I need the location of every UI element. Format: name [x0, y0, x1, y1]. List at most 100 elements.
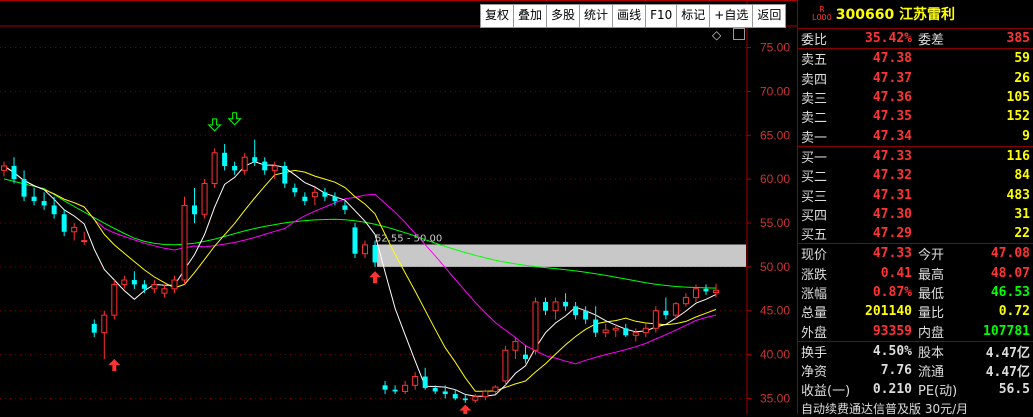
candle-body	[71, 226, 78, 233]
candle-body	[623, 328, 629, 336]
ask-row[interactable]: 卖一 47.34 9	[798, 126, 1033, 146]
rongzi-badge-icon: R L000	[812, 5, 832, 22]
fundamental-row[interactable]: 换手 4.50% 股本 4.47亿	[798, 342, 1033, 361]
close-box-icon[interactable]	[733, 28, 745, 40]
candle-body	[81, 240, 88, 243]
up-arrow-icon	[459, 404, 472, 414]
bid-row[interactable]: 买三 47.31 483	[798, 185, 1033, 205]
candle-body	[51, 205, 57, 215]
fundamental-row[interactable]: 收益(一) 0.210 PE(动) 56.5	[798, 380, 1033, 399]
candle-body	[161, 288, 168, 294]
fundamental-row[interactable]: 净资 7.76 流通 4.47亿	[798, 361, 1033, 380]
toolbar-f10-button[interactable]: F10	[646, 5, 678, 27]
candle-body	[271, 165, 278, 171]
candle-body	[402, 384, 409, 392]
candle-body	[262, 161, 268, 171]
candle-body	[682, 297, 689, 305]
candle-body	[512, 340, 519, 351]
candle-body	[211, 152, 218, 185]
candle-body	[222, 152, 228, 166]
toolbar-statistics-button[interactable]: 统计	[580, 5, 614, 27]
up-arrow-icon	[369, 271, 382, 284]
candle-body	[462, 398, 468, 401]
ma5-line	[3, 161, 717, 397]
candle-body	[362, 244, 369, 255]
y-tick-label: 55.00	[760, 216, 790, 230]
subscription-ad[interactable]: 自动续费通达信普及版 30元/月	[798, 400, 1033, 417]
ask-row[interactable]: 卖五 47.38 59	[798, 49, 1033, 68]
bid-row[interactable]: 买五 47.29 22	[798, 224, 1033, 243]
candle-body	[322, 192, 328, 197]
candle-body	[442, 391, 448, 395]
toolbar-back-button[interactable]: 返回	[753, 5, 785, 27]
quote-stats: 现价 47.33 今开 47.08 涨跌 0.41 最高 48.07 涨幅 0.87% 最低 46.5…	[798, 244, 1033, 342]
candle-body	[612, 327, 619, 331]
diamond-icon[interactable]: ◇	[712, 28, 721, 42]
candle-body	[372, 244, 378, 263]
candle-body	[282, 165, 288, 184]
candle-body	[252, 157, 258, 162]
candle-body	[583, 310, 589, 320]
toolbar-draw-line-button[interactable]: 画线	[613, 5, 647, 27]
candle-body	[342, 205, 348, 210]
candle-body	[61, 214, 67, 232]
ask-row[interactable]: 卖二 47.35 152	[798, 107, 1033, 126]
fundamentals: 换手 4.50% 股本 4.47亿 净资 7.76 流通 4.47亿 收益(一) 0.210 PE(…	[798, 342, 1033, 400]
quote-row[interactable]: 现价 47.33 今开 47.08	[798, 244, 1033, 263]
candle-body	[292, 187, 298, 193]
quote-row[interactable]: 涨跌 0.41 最高 48.07	[798, 264, 1033, 283]
candle-body	[41, 201, 47, 206]
bid-row[interactable]: 买二 47.32 84	[798, 166, 1033, 185]
candle-body	[492, 386, 499, 392]
y-tick-label: 35.00	[760, 391, 790, 405]
y-tick-label: 65.00	[760, 128, 790, 142]
candle-body	[432, 387, 438, 392]
candle-body	[311, 191, 318, 198]
bid-row[interactable]: 买四 47.30 31	[798, 205, 1033, 224]
candle-body	[422, 376, 428, 388]
stock-title: 300660 江苏雷利	[835, 7, 956, 23]
candle-body	[663, 310, 669, 316]
quote-row[interactable]: 涨幅 0.87% 最低 46.53	[798, 283, 1033, 302]
ask-row[interactable]: 卖四 47.37 26	[798, 69, 1033, 88]
candle-body	[482, 390, 489, 398]
candle-body	[111, 283, 118, 316]
candle-body	[201, 183, 208, 215]
candle-body	[602, 329, 609, 334]
candle-body	[101, 314, 108, 334]
y-tick-label: 75.00	[760, 41, 790, 55]
candle-body	[652, 310, 659, 329]
quote-row[interactable]: 总量 201140 量比 0.72	[798, 302, 1033, 321]
candle-body	[392, 389, 398, 392]
ma10-line	[3, 165, 717, 392]
bid-levels: 买一 47.33 116 买二 47.32 84 买三 47.31 483 买四 47.30 31 买五…	[798, 147, 1033, 245]
ask-row[interactable]: 卖三 47.36 105	[798, 88, 1033, 107]
toolbar-overlay-button[interactable]: 叠加	[514, 5, 548, 27]
toolbar-multi-stock-button[interactable]: 多股	[547, 5, 581, 27]
candle-body	[573, 306, 579, 316]
candle-body	[302, 196, 308, 202]
candle-body	[563, 301, 569, 307]
candle-body	[21, 179, 27, 197]
down-arrow-icon	[207, 118, 222, 132]
candle-body	[593, 319, 599, 333]
candle-body	[472, 396, 479, 401]
candle-body	[502, 349, 509, 382]
up-arrow-icon	[108, 358, 121, 371]
quote-panel: R L000 300660 江苏雷利 委比 35.42% 委差 385 卖五 47.…	[797, 0, 1033, 417]
toolbar-fuquan-button[interactable]: 复权	[481, 5, 515, 27]
toolbar-mark-button[interactable]: 标记	[677, 5, 711, 27]
candle-body	[713, 289, 719, 293]
down-arrow-icon	[227, 112, 242, 126]
bid-row[interactable]: 买一 47.33 116	[798, 147, 1033, 166]
candle-body	[632, 332, 639, 336]
quote-row[interactable]: 外盘 93359 内盘 107781	[798, 321, 1033, 341]
kline-chart[interactable]: 75.00 70.00 65.00 60.00 55.00 50.00 45.00 40.00…	[0, 0, 797, 414]
candle-body	[692, 288, 699, 299]
candle-body	[232, 165, 238, 171]
y-tick-label: 40.00	[760, 348, 790, 362]
candle-body	[31, 196, 37, 202]
candle-body	[552, 301, 559, 312]
candle-body	[642, 327, 649, 334]
toolbar-add-watchlist-button[interactable]: +自选	[710, 5, 754, 27]
